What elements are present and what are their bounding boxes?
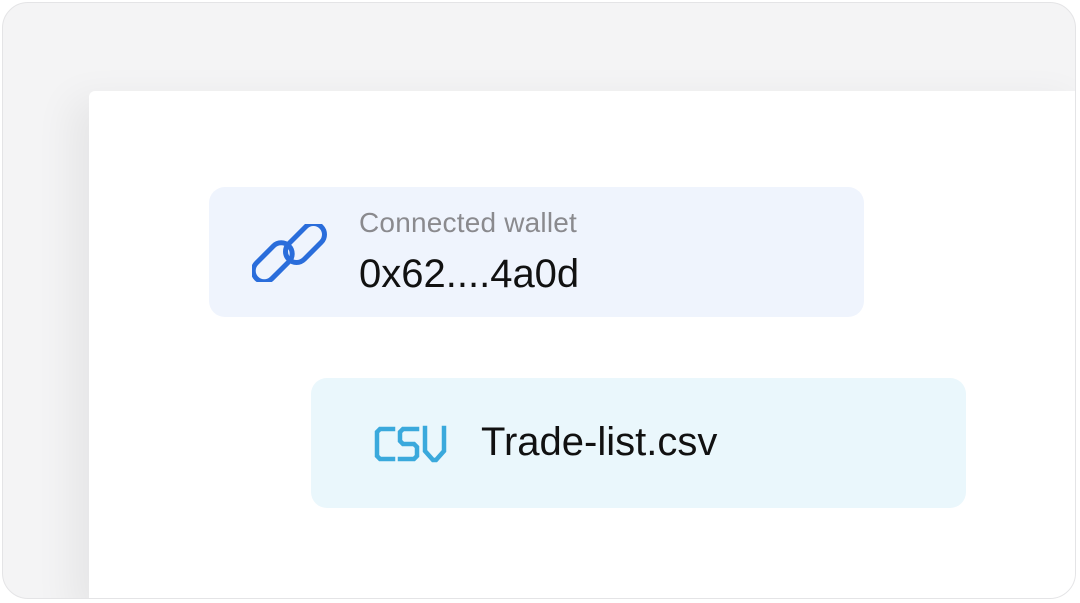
file-name: Trade-list.csv	[481, 420, 718, 464]
csv-icon	[374, 425, 447, 463]
wallet-label: Connected wallet	[359, 207, 577, 238]
link-icon	[252, 224, 327, 282]
content-panel	[89, 91, 1075, 598]
wallet-address: 0x62....4a0d	[359, 252, 580, 296]
